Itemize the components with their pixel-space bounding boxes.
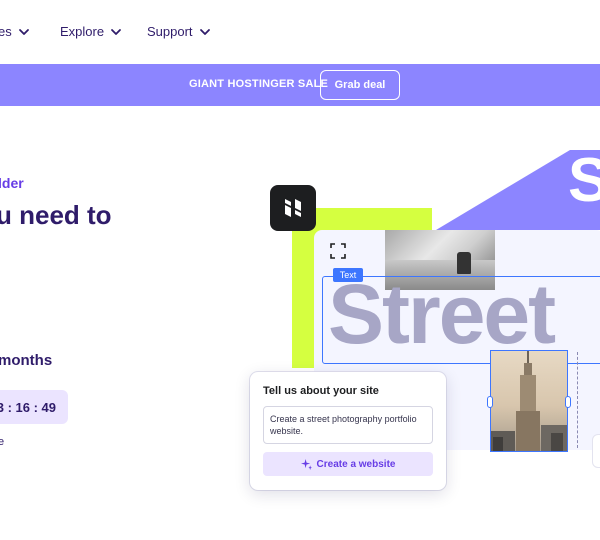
top-nav: es Explore Support (0, 0, 600, 64)
crop-icon (330, 243, 346, 259)
text-element-tag: Text (333, 268, 363, 282)
nav-item-support[interactable]: Support (147, 24, 211, 39)
skyscraper-image (491, 351, 567, 451)
countdown-timer: 3 : 16 : 49 (0, 390, 68, 424)
hostinger-logo (270, 185, 316, 231)
nav-item-cropped[interactable]: es (0, 24, 30, 39)
nav-item-label: Explore (60, 24, 105, 39)
hero-headline: u need to (0, 200, 112, 230)
side-panel-edge (592, 434, 600, 468)
hero-eyebrow: lder (0, 175, 24, 191)
hostinger-logo-icon (285, 199, 301, 217)
sale-banner-text: GIANT HOSTINGER SALE (189, 78, 329, 90)
site-prompt-card: Tell us about your site Create a street … (250, 372, 446, 490)
sparkle-icon (300, 458, 312, 470)
chevron-down-icon (199, 28, 210, 35)
nav-item-explore[interactable]: Explore (60, 24, 122, 39)
create-website-button[interactable]: Create a website (263, 452, 433, 476)
nav-item-label: Support (147, 24, 193, 39)
prompt-card-title: Tell us about your site (263, 385, 379, 397)
resize-handle-left[interactable] (487, 396, 493, 408)
countdown-value: 3 : 16 : 49 (0, 399, 56, 415)
chevron-down-icon (111, 28, 121, 35)
city-photo (490, 350, 568, 452)
resize-handle-right[interactable] (565, 396, 571, 408)
nav-item-label: es (0, 24, 12, 39)
big-letter: S (568, 146, 600, 215)
sale-banner: GIANT HOSTINGER SALE (0, 64, 600, 106)
chevron-down-icon (18, 28, 29, 35)
hero-months-text: months (0, 352, 53, 369)
hero-small-text: e (0, 436, 5, 448)
create-website-label: Create a website (316, 458, 396, 470)
grab-deal-button[interactable]: Grab deal (320, 70, 400, 100)
site-description-input[interactable]: Create a street photography portfolio we… (263, 406, 433, 444)
